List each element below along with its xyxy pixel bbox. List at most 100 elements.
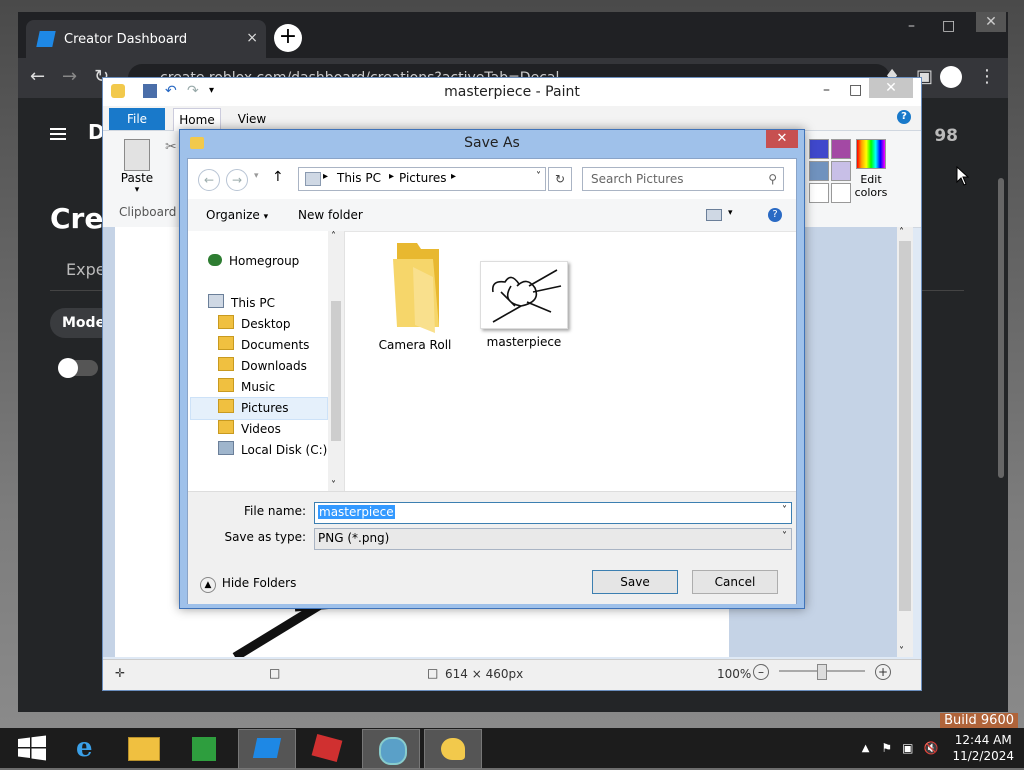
folder-icon — [218, 357, 234, 371]
color-swatch[interactable] — [831, 183, 851, 203]
breadcrumb-pictures[interactable]: Pictures — [399, 171, 447, 185]
scroll-thumb[interactable] — [899, 241, 911, 611]
address-breadcrumb[interactable]: ▸ This PC ▸ Pictures ▸ ˅ — [298, 167, 546, 191]
flag-icon[interactable]: ⚑ — [881, 741, 892, 755]
back-icon[interactable]: ← — [198, 169, 220, 191]
scroll-down-icon[interactable]: ˅ — [331, 480, 336, 491]
zoom-slider-thumb[interactable] — [817, 664, 827, 680]
nav-label: Desktop — [241, 317, 291, 331]
scroll-down-icon[interactable]: ˅ — [899, 646, 904, 657]
search-input[interactable]: Search Pictures ⚲ — [582, 167, 784, 191]
nav-homegroup[interactable]: Homegroup — [208, 251, 299, 272]
paint-maximize-icon[interactable]: □ — [849, 82, 862, 98]
nav-documents[interactable]: Documents — [218, 335, 309, 356]
nav-music[interactable]: Music — [218, 377, 275, 398]
paint-minimize-icon[interactable]: – — [823, 82, 830, 98]
chevron-down-icon[interactable]: ▾ — [728, 208, 733, 218]
new-tab-button[interactable]: + — [274, 24, 302, 52]
menu-icon[interactable]: ⋮ — [978, 66, 996, 87]
edit-colors-button[interactable]: Edit colors — [849, 139, 893, 199]
view-options-icon[interactable] — [706, 209, 722, 221]
scroll-up-icon[interactable]: ˄ — [331, 231, 336, 242]
color-swatch[interactable] — [809, 183, 829, 203]
file-explorer-button[interactable] — [116, 729, 172, 767]
save-type-select[interactable]: PNG (*.png) ˅ — [314, 528, 792, 550]
cut-icon[interactable]: ✂ — [165, 139, 177, 155]
user-robux[interactable]: 98 — [934, 126, 958, 146]
paint-close-icon[interactable]: ✕ — [869, 78, 913, 98]
dialog-close-icon[interactable]: ✕ — [766, 130, 798, 148]
forward-icon[interactable]: → — [226, 169, 248, 191]
nav-label: Local Disk (C:) — [241, 443, 328, 457]
paint-task[interactable] — [424, 729, 482, 769]
close-icon[interactable]: ✕ — [976, 12, 1006, 32]
clock[interactable]: 12:44 AM 11/2/2024 — [952, 732, 1014, 764]
nav-desktop[interactable]: Desktop — [218, 314, 291, 335]
canvas-scrollbar[interactable]: ˄ ˅ — [897, 227, 913, 657]
maximize-icon[interactable]: □ — [942, 18, 955, 34]
minimize-icon[interactable]: – — [908, 18, 915, 34]
toggle-switch[interactable] — [58, 358, 98, 378]
new-folder-button[interactable]: New folder — [298, 208, 363, 222]
tab-close-icon[interactable]: × — [246, 30, 258, 46]
zoom-in-icon[interactable]: + — [875, 664, 891, 680]
chevron-down-icon: ▾ — [263, 212, 269, 222]
experiences-tab[interactable]: Expe — [66, 260, 106, 279]
chevron-down-icon[interactable]: ˅ — [536, 171, 541, 182]
clock-date: 11/2/2024 — [952, 749, 1014, 763]
tab-home[interactable]: Home — [173, 108, 221, 131]
organize-button[interactable]: Organize ▾ — [206, 208, 268, 222]
color-swatch[interactable] — [809, 139, 829, 159]
roblox-studio-task[interactable] — [238, 729, 296, 769]
tab-view[interactable]: View — [229, 108, 275, 130]
internet-explorer-button[interactable]: e — [60, 729, 116, 767]
image-thumbnail — [480, 261, 568, 329]
file-name-input[interactable]: masterpiece ˅ — [314, 502, 792, 524]
nav-downloads[interactable]: Downloads — [218, 356, 307, 377]
dialog-titlebar: Save As ✕ — [180, 130, 804, 156]
chrome-task[interactable] — [362, 729, 420, 769]
paste-button[interactable]: Paste ▾ — [119, 139, 155, 199]
profile-avatar[interactable] — [940, 66, 962, 88]
back-icon[interactable]: ← — [30, 66, 45, 87]
refresh-icon[interactable]: ↻ — [548, 167, 572, 191]
roblox-player-task[interactable] — [300, 729, 356, 767]
volume-muted-icon[interactable]: 🔇 — [924, 741, 939, 755]
chevron-up-icon[interactable]: ▲ — [862, 743, 870, 754]
file-item[interactable]: Camera Roll — [362, 237, 468, 352]
folder-icon — [128, 737, 160, 761]
zoom-out-icon[interactable]: – — [753, 664, 769, 680]
zoom-slider[interactable] — [779, 664, 865, 680]
color-swatch[interactable] — [809, 161, 829, 181]
nav-videos[interactable]: Videos — [218, 419, 281, 440]
hamburger-icon[interactable] — [50, 128, 66, 130]
page-scrollbar[interactable] — [998, 178, 1004, 478]
computer-icon — [208, 294, 224, 308]
nav-pictures[interactable]: Pictures — [218, 398, 289, 419]
nav-this-pc[interactable]: This PC — [208, 293, 275, 314]
store-button[interactable] — [176, 729, 232, 767]
color-swatch[interactable] — [831, 139, 851, 159]
start-button[interactable] — [4, 729, 60, 767]
forward-icon[interactable]: → — [62, 66, 77, 87]
network-icon[interactable]: ▣ — [902, 741, 913, 755]
file-item[interactable]: masterpiece — [476, 237, 572, 349]
chevron-down-icon: ˅ — [782, 531, 787, 542]
tab-file[interactable]: File — [109, 108, 165, 130]
color-swatch[interactable] — [831, 161, 851, 181]
help-icon[interactable]: ? — [768, 208, 782, 222]
cancel-button[interactable]: Cancel — [692, 570, 778, 594]
scroll-thumb[interactable] — [331, 301, 341, 441]
help-icon[interactable]: ? — [897, 110, 911, 124]
browser-tab[interactable]: Creator Dashboard × — [26, 20, 266, 58]
breadcrumb-this-pc[interactable]: This PC — [337, 171, 381, 185]
hide-folders-button[interactable]: ▲ Hide Folders — [200, 576, 296, 593]
chevron-down-icon[interactable]: ˅ — [782, 505, 787, 516]
scroll-up-icon[interactable]: ˄ — [899, 227, 904, 238]
store-icon — [192, 737, 216, 761]
recent-locations-icon[interactable]: ▾ — [254, 171, 259, 181]
nav-scrollbar[interactable]: ˄ ˅ — [328, 231, 344, 491]
save-button[interactable]: Save — [592, 570, 678, 594]
up-icon[interactable]: ↑ — [272, 169, 284, 185]
nav-local-disk[interactable]: Local Disk (C:) — [218, 440, 327, 461]
